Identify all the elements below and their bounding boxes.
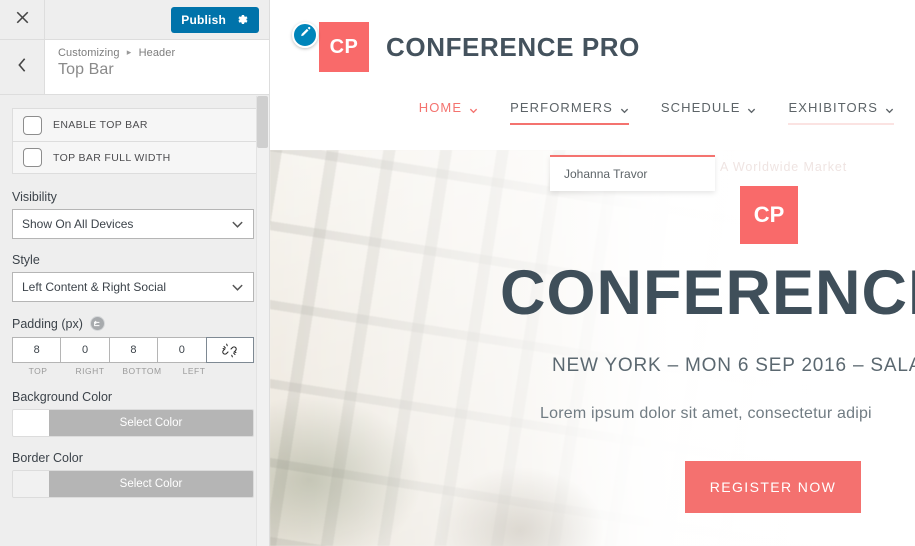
publish-button-label: Publish [181, 12, 226, 27]
customizer-screen: Publish Customizing ▸ Header Top Bar ENA… [0, 0, 915, 546]
nav-item-exhibitors[interactable]: EXHIBITORS [772, 100, 910, 125]
register-now-button[interactable]: REGISTER NOW [685, 461, 861, 513]
nav-item-performers[interactable]: PERFORMERS [494, 100, 645, 125]
nav-hover-underline [788, 123, 894, 125]
performers-dropdown-menu: Johanna Travor [550, 155, 715, 191]
enable-top-bar-checkbox[interactable] [23, 115, 42, 135]
border-color-swatch[interactable] [13, 471, 49, 497]
site-preview: CP CONFERENCE PRO HOME PERFORMERS SCHEDU… [270, 0, 915, 546]
style-selected-value: Left Content & Right Social [22, 280, 167, 294]
top-bar-full-width-checkbox[interactable] [23, 148, 42, 167]
customizer-header: Customizing ▸ Header Top Bar [0, 40, 269, 95]
border-color-field: Border Color Select Color [12, 451, 257, 498]
padding-label-top: TOP [28, 366, 48, 376]
chevron-down-icon [231, 218, 244, 231]
reset-icon[interactable] [89, 316, 105, 331]
top-bar-full-width-label: TOP BAR FULL WIDTH [53, 151, 171, 164]
style-select[interactable]: Left Content & Right Social [12, 272, 254, 302]
nav-item-schedule[interactable]: SCHEDULE [645, 100, 773, 125]
background-color-field: Background Color Select Color [12, 390, 257, 437]
site-brand[interactable]: CP CONFERENCE PRO [319, 22, 640, 72]
close-customizer-button[interactable] [0, 0, 45, 39]
customizer-scrollbar-thumb[interactable] [257, 96, 268, 148]
padding-label-bottom: BOTTOM [122, 366, 162, 376]
site-header: CP CONFERENCE PRO HOME PERFORMERS SCHEDU… [270, 0, 915, 191]
gear-icon[interactable] [236, 13, 249, 26]
publish-button[interactable]: Publish [171, 6, 259, 33]
nav-item-exhibitors-label: EXHIBITORS [788, 100, 878, 115]
hero-content: CP CONFERENCE NEW YORK – MON 6 SEP 2016 … [270, 150, 915, 546]
visibility-field: Visibility Show On All Devices [12, 190, 257, 239]
chevron-down-icon [747, 103, 756, 114]
customizer-titles: Customizing ▸ Header Top Bar [45, 40, 175, 94]
page-title: Top Bar [58, 61, 114, 78]
hero-description: Lorem ipsum dolor sit amet, consectetur … [540, 405, 872, 422]
background-color-swatch[interactable] [13, 410, 49, 436]
nav-item-performers-label: PERFORMERS [510, 100, 613, 115]
chevron-down-icon [469, 103, 478, 114]
hero-logo-mark: CP [740, 186, 798, 244]
padding-right-input[interactable]: 0 [60, 337, 109, 363]
customizer-sidebar: Publish Customizing ▸ Header Top Bar ENA… [0, 0, 270, 546]
hero-section: CP CONFERENCE NEW YORK – MON 6 SEP 2016 … [270, 150, 915, 546]
breadcrumb-separator-icon: ▸ [126, 47, 132, 57]
visibility-label: Visibility [12, 190, 57, 204]
padding-bottom-input[interactable]: 8 [108, 337, 158, 363]
chevron-left-icon [16, 57, 28, 78]
hero-subtitle: NEW YORK – MON 6 SEP 2016 – SALA PA [552, 355, 915, 376]
padding-field: Padding (px) 8 0 8 0 TOP RIGHT BOTTOM LE… [12, 316, 257, 376]
visibility-selected-value: Show On All Devices [22, 217, 134, 231]
publish-area: Publish [171, 0, 269, 39]
background-select-color-button[interactable]: Select Color [49, 410, 253, 436]
breadcrumb-section[interactable]: Header [139, 47, 176, 59]
primary-navigation: HOME PERFORMERS SCHEDULE EXHIBITORS [403, 100, 915, 125]
chevron-down-icon [620, 103, 629, 114]
visibility-select[interactable]: Show On All Devices [12, 209, 254, 239]
nav-item-schedule-label: SCHEDULE [660, 100, 741, 115]
back-button[interactable] [0, 40, 45, 94]
nav-item-home[interactable]: HOME [403, 100, 494, 125]
border-color-picker[interactable]: Select Color [12, 470, 254, 498]
checkbox-row-enable-top-bar[interactable]: ENABLE TOP BAR [13, 109, 256, 141]
ghost-submenu-label: A Worldwide Market [720, 160, 848, 174]
padding-label-right: RIGHT [75, 366, 105, 376]
dropdown-item-johanna-travor[interactable]: Johanna Travor [550, 157, 715, 191]
broken-link-icon[interactable] [205, 337, 255, 363]
border-select-color-button[interactable]: Select Color [49, 471, 253, 497]
padding-left-input[interactable]: 0 [157, 337, 206, 363]
chevron-down-icon [885, 103, 894, 114]
breadcrumb-root[interactable]: Customizing [58, 47, 120, 59]
enable-top-bar-label: ENABLE TOP BAR [53, 119, 148, 131]
border-color-label: Border Color [12, 451, 83, 465]
toggle-group: ENABLE TOP BAR TOP BAR FULL WIDTH [12, 108, 257, 174]
nav-item-home-label: HOME [418, 100, 463, 115]
padding-side-labels: TOP RIGHT BOTTOM LEFT [12, 366, 254, 376]
hero-title: CONFERENCE [500, 258, 915, 328]
customizer-scrollbar[interactable] [256, 96, 269, 546]
padding-label-left: LEFT [182, 366, 206, 376]
brand-logo-mark: CP [319, 22, 369, 72]
padding-inputs: 8 0 8 0 [12, 337, 255, 363]
customizer-topbar: Publish [0, 0, 269, 40]
customizer-controls: ENABLE TOP BAR TOP BAR FULL WIDTH Visibi… [0, 95, 269, 546]
checkbox-row-top-bar-full-width[interactable]: TOP BAR FULL WIDTH [13, 141, 256, 173]
style-field: Style Left Content & Right Social [12, 253, 257, 302]
chevron-down-icon [231, 281, 244, 294]
brand-name: CONFERENCE PRO [386, 31, 640, 62]
edit-shortcut-button[interactable] [292, 22, 318, 48]
padding-top-input[interactable]: 8 [12, 337, 61, 363]
background-color-picker[interactable]: Select Color [12, 409, 254, 437]
padding-label: Padding (px) [12, 316, 83, 331]
style-label: Style [12, 253, 40, 267]
background-color-label: Background Color [12, 390, 113, 404]
breadcrumb: Customizing ▸ Header [58, 47, 175, 59]
close-icon [15, 10, 30, 30]
pencil-icon [299, 26, 312, 44]
padding-header: Padding (px) [12, 316, 257, 331]
nav-active-underline [510, 123, 629, 125]
